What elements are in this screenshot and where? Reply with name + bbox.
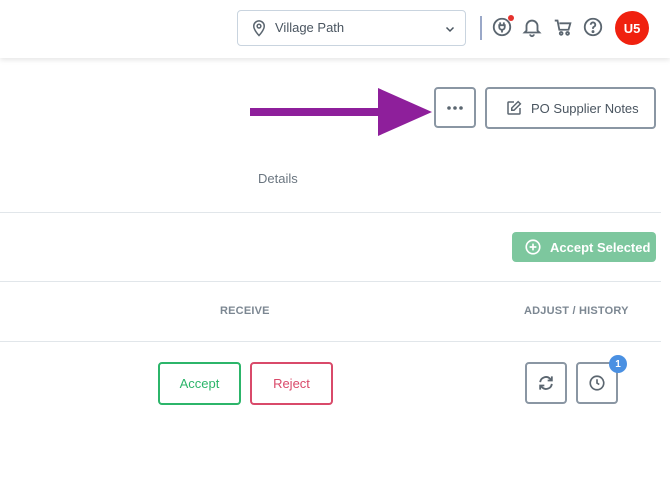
user-avatar[interactable]: U5 xyxy=(615,11,649,45)
refresh-icon xyxy=(539,376,553,390)
reject-button[interactable]: Reject xyxy=(250,362,333,405)
accept-selected-button[interactable]: Accept Selected xyxy=(512,232,656,262)
chevron-down-icon xyxy=(445,26,455,33)
header-divider xyxy=(480,16,482,40)
divider xyxy=(0,212,661,213)
location-label: Village Path xyxy=(275,20,345,35)
top-header: Village Path U5 xyxy=(0,0,670,58)
more-options-button[interactable] xyxy=(434,87,476,128)
map-pin-icon xyxy=(252,20,266,37)
po-supplier-notes-button[interactable]: PO Supplier Notes xyxy=(485,87,656,129)
help-icon[interactable] xyxy=(582,16,604,38)
adjust-button[interactable] xyxy=(525,362,567,404)
adjust-history-column-header: ADJUST / HISTORY xyxy=(524,305,629,317)
edit-icon xyxy=(507,100,522,115)
location-select[interactable]: Village Path xyxy=(237,10,466,46)
divider xyxy=(0,341,661,342)
divider xyxy=(0,281,661,282)
plus-circle-icon xyxy=(525,239,541,255)
details-column-header: Details xyxy=(258,171,298,186)
accept-selected-label: Accept Selected xyxy=(550,240,651,255)
receive-column-header: RECEIVE xyxy=(220,305,270,317)
annotation-arrow xyxy=(250,88,432,136)
notes-label: PO Supplier Notes xyxy=(531,101,639,116)
clock-icon xyxy=(589,375,605,391)
accept-button[interactable]: Accept xyxy=(158,362,241,405)
bell-icon[interactable] xyxy=(521,16,543,38)
more-dots-icon xyxy=(447,105,463,110)
cart-icon[interactable] xyxy=(552,16,574,38)
history-count-badge: 1 xyxy=(609,355,627,373)
notification-dot xyxy=(508,15,514,21)
power-plug-icon[interactable] xyxy=(491,15,514,38)
